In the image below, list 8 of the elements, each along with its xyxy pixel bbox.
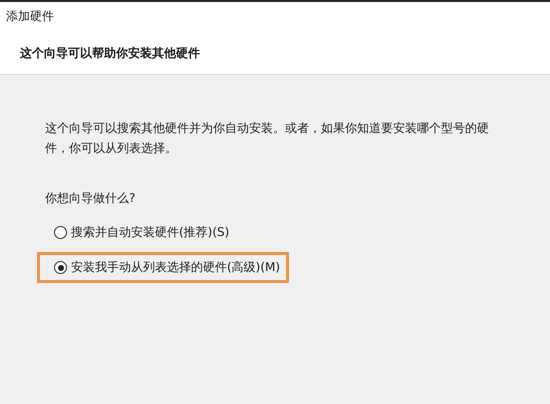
radio-button[interactable] [54,261,67,274]
radio-button[interactable] [54,226,67,239]
radio-option[interactable]: 安装我手动从列表选择的硬件(高级)(M) [37,252,290,283]
question-text: 你想向导做什么? [45,190,136,207]
description-text: 这个向导可以搜索其他硬件并为你自动安装。或者，如果你知道要安装哪个型号的硬件，你可以从列表选择。 [45,120,490,157]
window-title: 添加硬件 [5,8,55,25]
wizard-heading: 这个向导可以帮助你安装其他硬件 [19,45,201,62]
radio-option[interactable]: 搜索并自动安装硬件(推荐)(S) [37,217,238,248]
